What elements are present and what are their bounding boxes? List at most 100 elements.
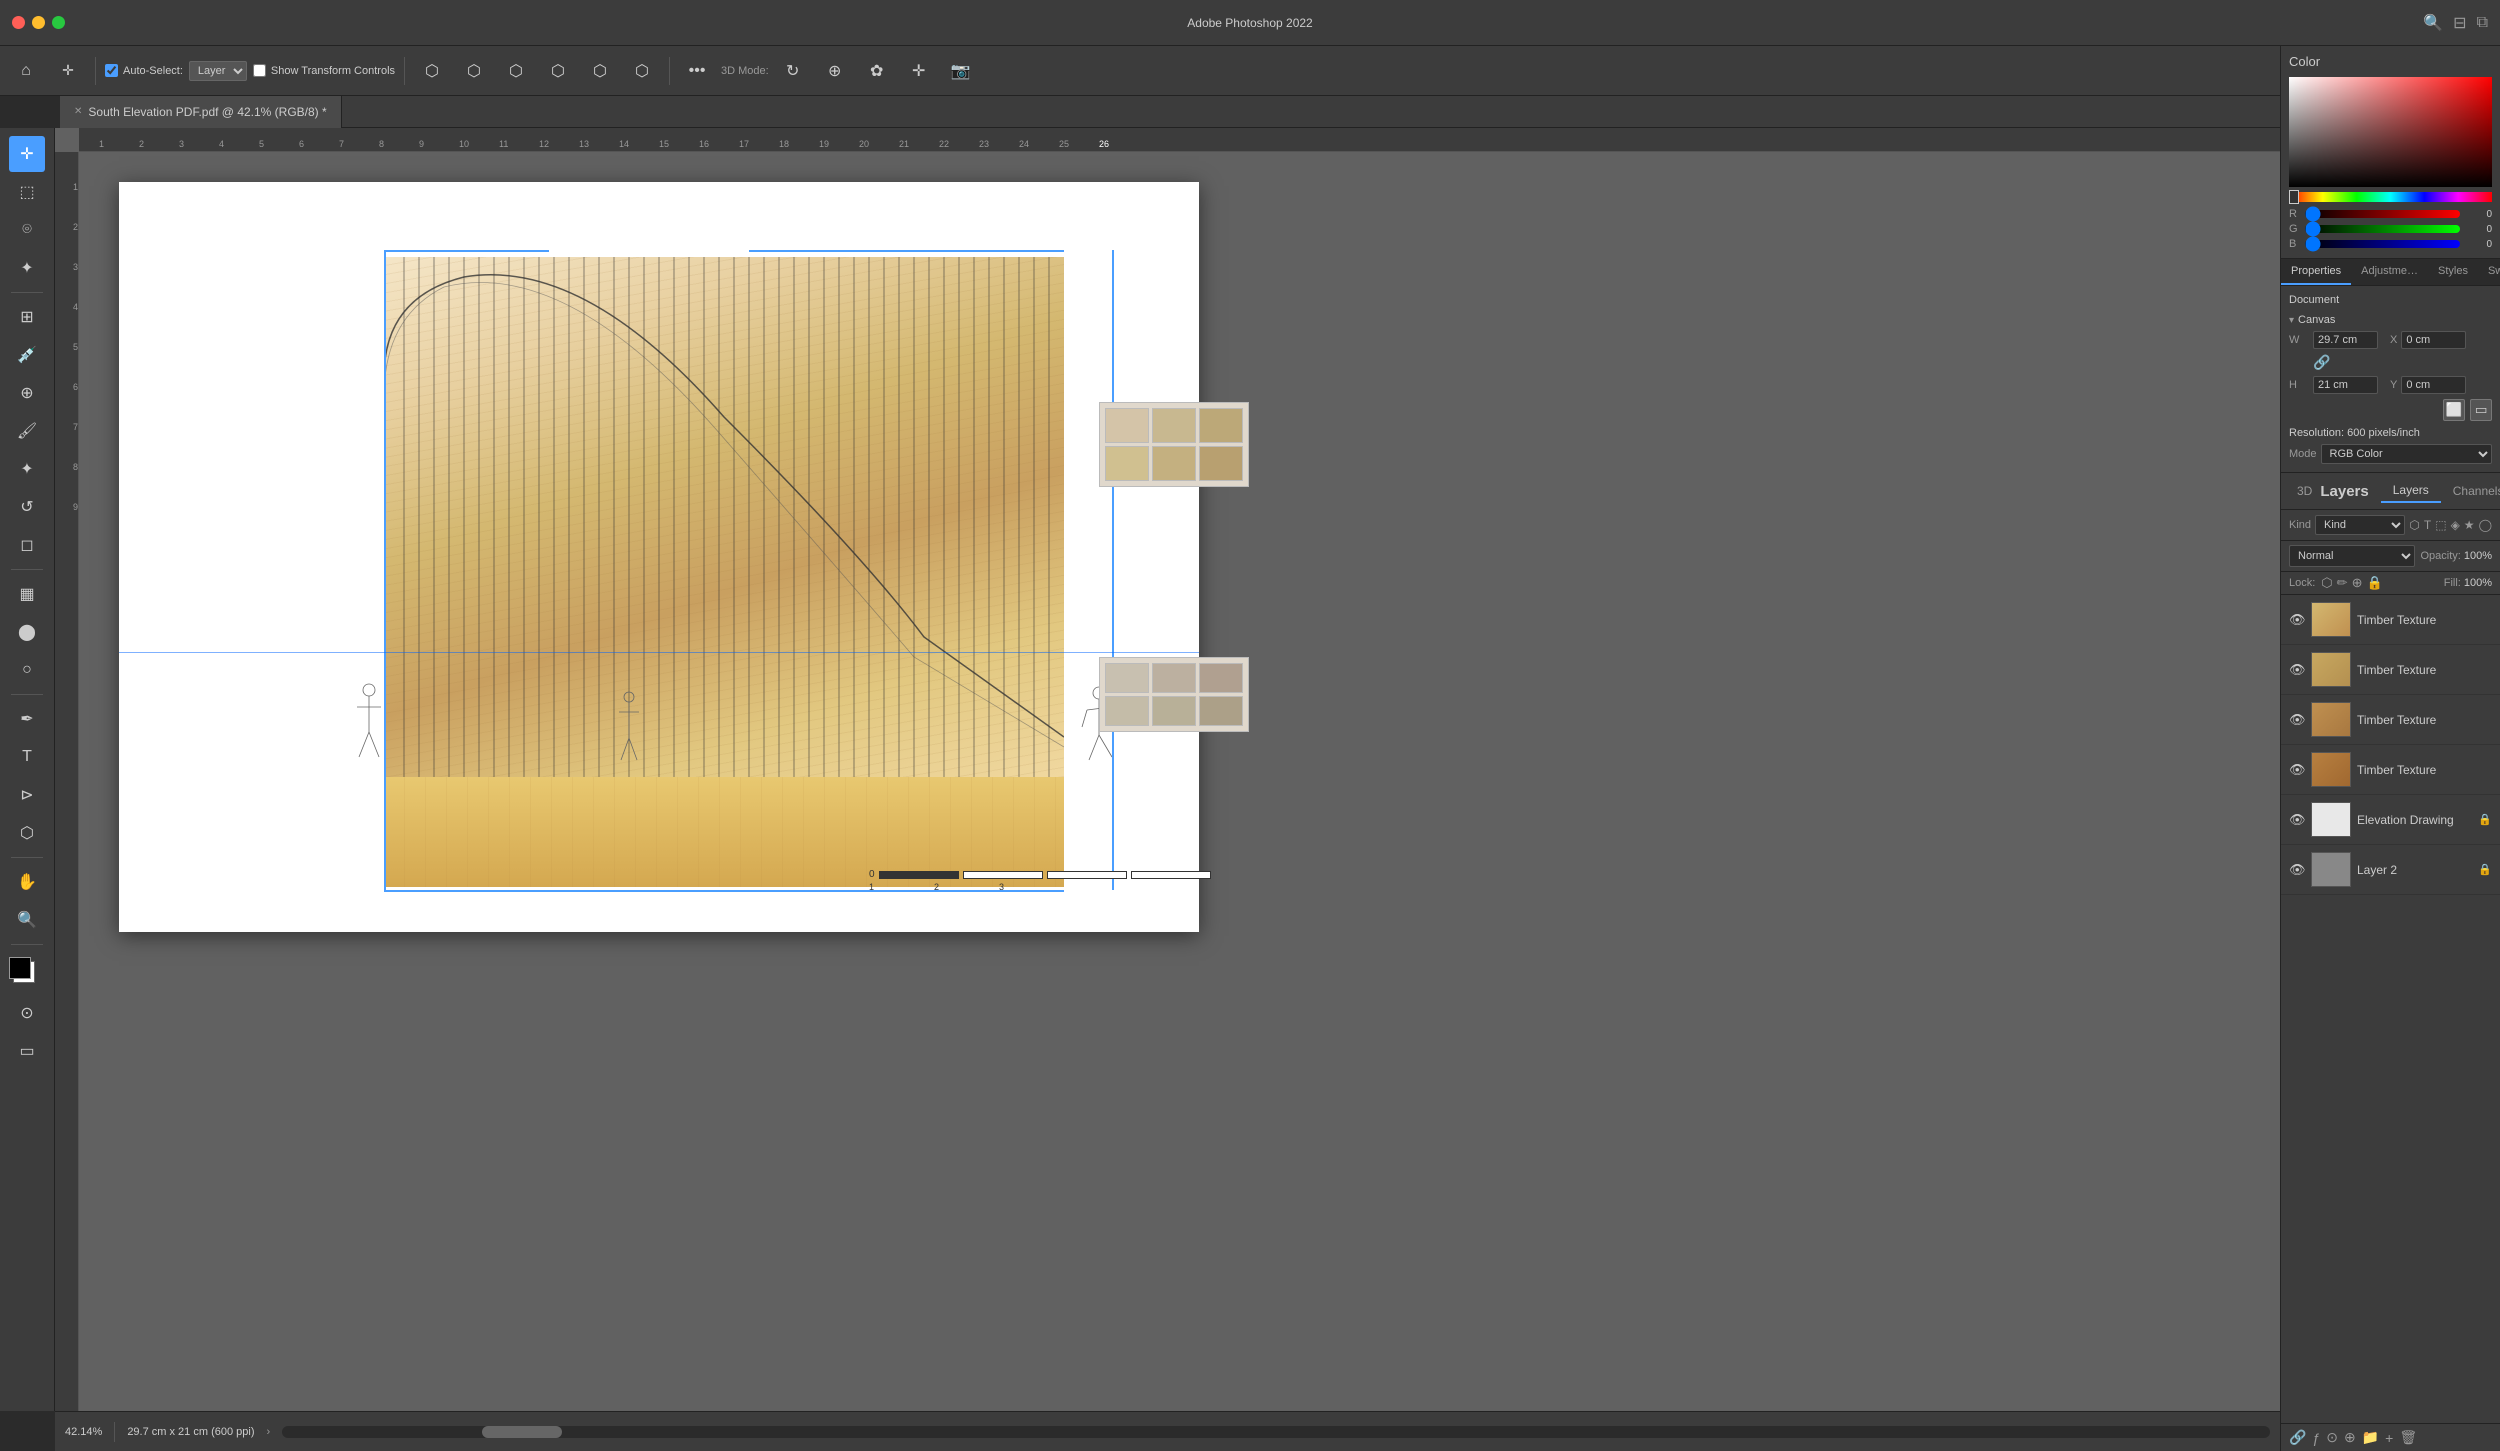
- layer-visibility-icon[interactable]: 👁: [2289, 812, 2305, 828]
- layers-tab-layers[interactable]: Layers: [2381, 479, 2441, 503]
- move-tool-button[interactable]: ✛: [50, 53, 86, 89]
- color-picker-gradient[interactable]: [2289, 77, 2492, 187]
- add-mask-button[interactable]: ⊙: [2326, 1429, 2338, 1446]
- align-top-button[interactable]: ⬡: [540, 53, 576, 89]
- width-input[interactable]: [2313, 331, 2378, 349]
- height-input[interactable]: [2313, 376, 2378, 394]
- 3d-move-button[interactable]: ✛: [901, 53, 937, 89]
- mode-select[interactable]: RGB Color: [2321, 444, 2492, 464]
- 3d-orbit-button[interactable]: ✿: [859, 53, 895, 89]
- layers-tab-channels[interactable]: Channels: [2441, 480, 2500, 502]
- more-options-button[interactable]: •••: [679, 53, 715, 89]
- quick-mask-button[interactable]: ⊙: [9, 995, 45, 1031]
- align-bottom-button[interactable]: ⬡: [624, 53, 660, 89]
- blend-mode-select[interactable]: Normal: [2289, 545, 2415, 567]
- filter-pixel-icon[interactable]: ⬡: [2409, 518, 2419, 532]
- blur-tool[interactable]: ⬤: [9, 614, 45, 650]
- transform-controls-checkbox[interactable]: Show Transform Controls: [253, 64, 395, 77]
- horizontal-scrollbar[interactable]: [282, 1426, 2270, 1438]
- filter-toggle-icon[interactable]: ◯: [2479, 518, 2492, 532]
- align-middle-button[interactable]: ⬡: [582, 53, 618, 89]
- 3d-scale-button[interactable]: 📷: [943, 53, 979, 89]
- y-input[interactable]: [2401, 376, 2466, 394]
- x-input[interactable]: [2401, 331, 2466, 349]
- layer-item[interactable]: 👁 Timber Texture: [2281, 745, 2500, 795]
- layer-visibility-icon[interactable]: 👁: [2289, 612, 2305, 628]
- blue-slider[interactable]: [2305, 240, 2460, 248]
- layer-visibility-icon[interactable]: 👁: [2289, 712, 2305, 728]
- green-slider[interactable]: [2305, 225, 2460, 233]
- layer-visibility-icon[interactable]: 👁: [2289, 862, 2305, 878]
- lock-pixels-icon[interactable]: ⬡: [2321, 575, 2332, 591]
- hue-slider-thumb[interactable]: [2289, 190, 2299, 204]
- align-center-button[interactable]: ⬡: [456, 53, 492, 89]
- eyedropper-tool[interactable]: 💉: [9, 337, 45, 373]
- lock-all-icon[interactable]: 🔒: [2366, 575, 2382, 591]
- new-adjustment-button[interactable]: ⊕: [2344, 1429, 2356, 1446]
- history-tool[interactable]: ↺: [9, 489, 45, 525]
- clone-tool[interactable]: ✦: [9, 451, 45, 487]
- tab-styles[interactable]: Styles: [2428, 259, 2478, 285]
- filter-shape-icon[interactable]: ⬚: [2435, 518, 2446, 532]
- tab-close-icon[interactable]: ✕: [74, 106, 82, 117]
- red-slider[interactable]: [2305, 210, 2460, 218]
- layer-item[interactable]: 👁 Timber Texture: [2281, 695, 2500, 745]
- search-icon[interactable]: 🔍: [2423, 13, 2443, 33]
- add-style-button[interactable]: ƒ: [2312, 1430, 2320, 1446]
- align-left-button[interactable]: ⬡: [414, 53, 450, 89]
- landscape-button[interactable]: ▭: [2470, 399, 2492, 421]
- tab-adjustments[interactable]: Adjustme…: [2351, 259, 2428, 285]
- hand-tool[interactable]: ✋: [9, 864, 45, 900]
- auto-select-checkbox[interactable]: Auto-Select:: [105, 64, 183, 77]
- text-tool[interactable]: T: [9, 739, 45, 775]
- hue-spectrum-bar[interactable]: [2289, 192, 2492, 202]
- document-tab[interactable]: ✕ South Elevation PDF.pdf @ 42.1% (RGB/8…: [60, 96, 342, 128]
- close-button[interactable]: [12, 16, 25, 29]
- eraser-tool[interactable]: ◻: [9, 527, 45, 563]
- healing-tool[interactable]: ⊕: [9, 375, 45, 411]
- arrange-icon[interactable]: ⧉: [2477, 14, 2488, 32]
- 3d-rotate-button[interactable]: ↻: [775, 53, 811, 89]
- link-layers-button[interactable]: 🔗: [2289, 1429, 2306, 1446]
- align-right-button[interactable]: ⬡: [498, 53, 534, 89]
- pen-tool[interactable]: ✒: [9, 701, 45, 737]
- filter-effects-icon[interactable]: ★: [2464, 518, 2475, 532]
- lock-artboard-icon[interactable]: ⊕: [2352, 575, 2363, 591]
- gradient-tool[interactable]: ▦: [9, 576, 45, 612]
- lasso-tool[interactable]: ⌾: [9, 212, 45, 248]
- dodge-tool[interactable]: ○: [9, 652, 45, 688]
- filter-smartobj-icon[interactable]: ◈: [2451, 518, 2460, 532]
- new-layer-button[interactable]: +: [2385, 1430, 2393, 1446]
- link-icon[interactable]: 🔗: [2313, 354, 2330, 371]
- 3d-pan-button[interactable]: ⊕: [817, 53, 853, 89]
- layer-visibility-icon[interactable]: 👁: [2289, 762, 2305, 778]
- layer-item[interactable]: 👁 Elevation Drawing 🔒: [2281, 795, 2500, 845]
- layer-visibility-icon[interactable]: 👁: [2289, 662, 2305, 678]
- minimize-button[interactable]: [32, 16, 45, 29]
- layer-item[interactable]: 👁 Layer 2 🔒: [2281, 845, 2500, 895]
- layer-item[interactable]: 👁 Timber Texture: [2281, 645, 2500, 695]
- window-icon[interactable]: ⊟: [2453, 13, 2466, 33]
- scrollbar-thumb[interactable]: [482, 1426, 562, 1438]
- fullscreen-button[interactable]: [52, 16, 65, 29]
- portrait-button[interactable]: ⬜: [2443, 399, 2465, 421]
- selection-tool[interactable]: ⬚: [9, 174, 45, 210]
- magic-wand-tool[interactable]: ✦: [9, 250, 45, 286]
- expand-icon[interactable]: ›: [266, 1426, 270, 1438]
- document-canvas[interactable]: 0 1 2 3: [119, 182, 1199, 932]
- filter-kind-select[interactable]: Kind: [2315, 515, 2405, 535]
- move-tool[interactable]: ✛: [9, 136, 45, 172]
- filter-type-icon[interactable]: T: [2424, 518, 2431, 532]
- new-group-button[interactable]: 📁: [2362, 1429, 2379, 1446]
- shape-tool[interactable]: ⬡: [9, 815, 45, 851]
- crop-tool[interactable]: ⊞: [9, 299, 45, 335]
- home-button[interactable]: ⌂: [8, 53, 44, 89]
- tab-swatches[interactable]: Swatches: [2478, 259, 2500, 285]
- layer-item[interactable]: 👁 Timber Texture: [2281, 595, 2500, 645]
- tab-3d[interactable]: 3D: [2289, 480, 2320, 502]
- path-tool[interactable]: ⊳: [9, 777, 45, 813]
- delete-layer-button[interactable]: 🗑: [2399, 1429, 2417, 1446]
- screen-mode-button[interactable]: ▭: [9, 1033, 45, 1069]
- foreground-color-swatch[interactable]: [9, 957, 31, 979]
- lock-position-icon[interactable]: ✏: [2337, 575, 2348, 591]
